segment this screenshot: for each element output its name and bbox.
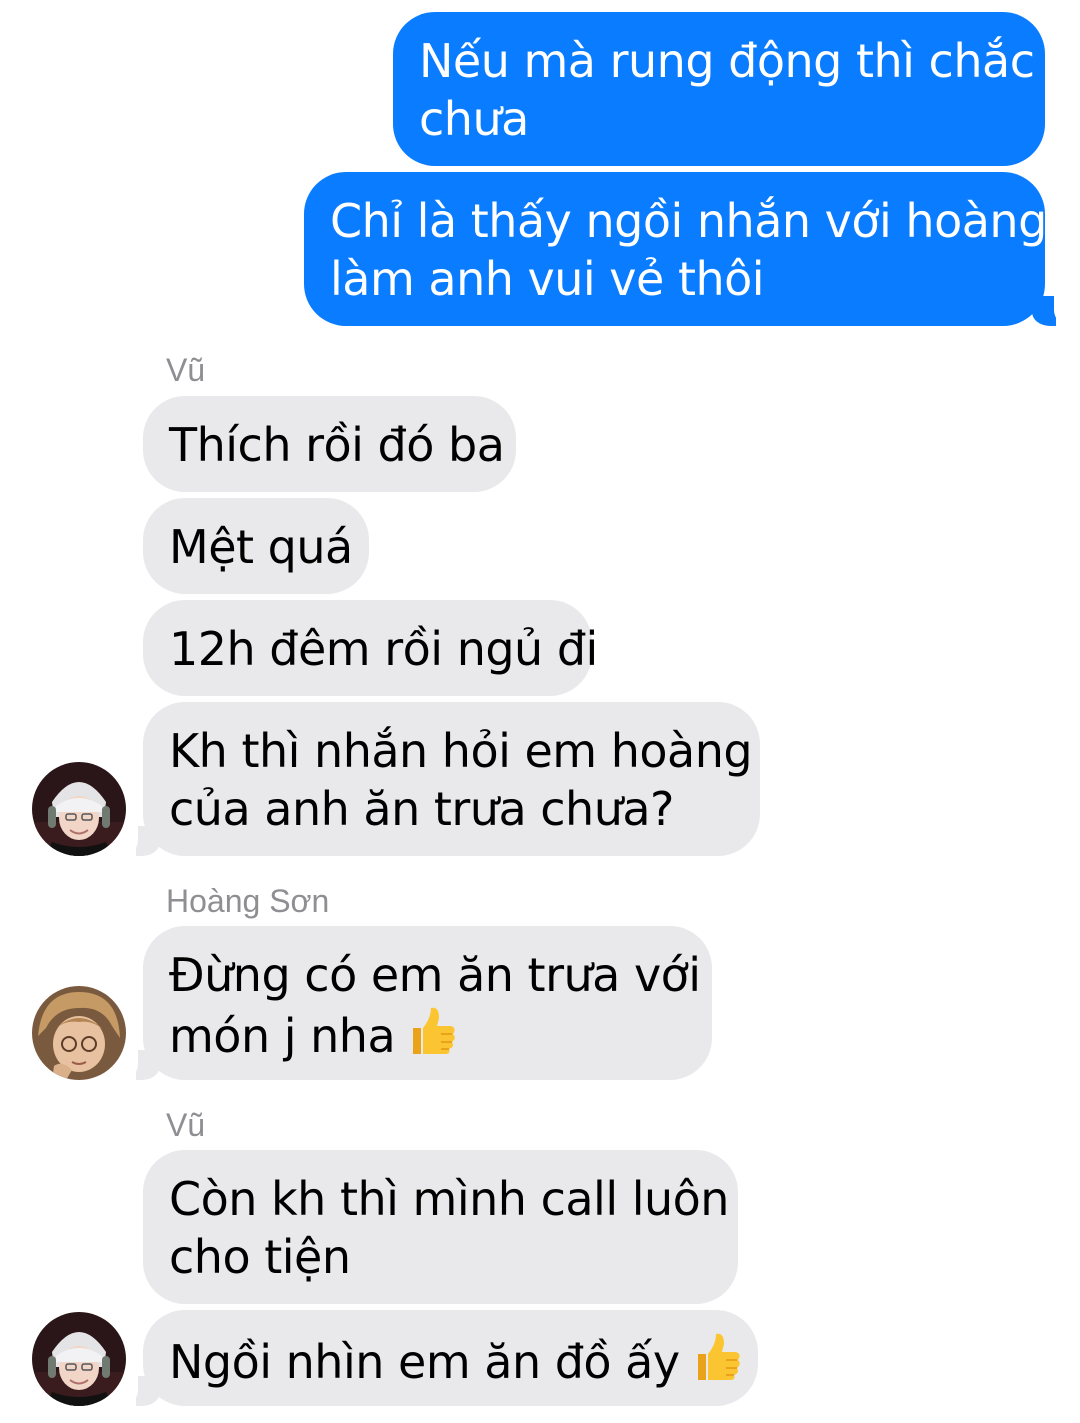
incoming-bubble-tail [114, 826, 160, 858]
message-text-line: Chỉ là thấy ngồi nhắn với hoàng [330, 194, 1047, 248]
incoming-message[interactable]: Còn kh thì mình call luôn cho tiện [143, 1150, 738, 1304]
incoming-message[interactable]: Mệt quá [143, 498, 369, 594]
incoming-message[interactable]: 12h đêm rồi ngủ đi [143, 600, 598, 696]
incoming-bubble-tail [114, 1050, 160, 1082]
avatar-vu-icon [32, 762, 126, 856]
message-text-line: Nếu mà rung động thì chắc [419, 34, 1035, 88]
avatar-hoang-son-icon [32, 986, 126, 1080]
thumbs-up-emoji [688, 1330, 742, 1397]
message-text-line: cho tiện [169, 1230, 351, 1284]
message-text-line-with-emoji: Ngồi nhìn em ăn đồ ấy [169, 1330, 740, 1397]
avatar-hoang-son[interactable] [32, 986, 126, 1080]
outgoing-bubble-tail [1032, 296, 1078, 328]
message-text-line: Kh thì nhắn hỏi em hoàng [169, 724, 753, 778]
message-text: món j nha [169, 1009, 396, 1063]
sender-name: Vũ [166, 1107, 206, 1143]
incoming-message[interactable]: Đừng có em ăn trưa với món j nha [143, 926, 712, 1080]
message-text-line: chưa [419, 92, 529, 146]
message-text-line: của anh ăn trưa chưa? [169, 782, 674, 836]
avatar-vu[interactable] [32, 1312, 126, 1406]
message-text-line: Còn kh thì mình call luôn [169, 1172, 729, 1226]
sender-name: Vũ [166, 352, 206, 388]
message-text: Ngồi nhìn em ăn đồ ấy [169, 1335, 680, 1389]
message-text-line: làm anh vui vẻ thôi [330, 252, 765, 306]
avatar-vu-icon [32, 1312, 126, 1406]
outgoing-message[interactable]: Nếu mà rung động thì chắc chưa [393, 12, 1045, 166]
outgoing-message[interactable]: Chỉ là thấy ngồi nhắn với hoàng làm anh … [304, 172, 1047, 326]
incoming-message[interactable]: Thích rồi đó ba [143, 396, 516, 492]
incoming-message[interactable]: Ngồi nhìn em ăn đồ ấy [143, 1310, 758, 1406]
thumbs-up-emoji [403, 1004, 457, 1071]
avatar-vu[interactable] [32, 762, 126, 856]
incoming-bubble-tail [114, 1376, 160, 1408]
message-text-line-with-emoji: món j nha [169, 1004, 686, 1071]
message-text-line: Thích rồi đó ba [169, 418, 505, 472]
sender-name: Hoàng Sơn [166, 883, 330, 919]
incoming-message[interactable]: Kh thì nhắn hỏi em hoàng của anh ăn trưa… [143, 702, 760, 856]
message-text-line: Đừng có em ăn trưa với [169, 948, 701, 1002]
message-text-line: 12h đêm rồi ngủ đi [169, 622, 598, 676]
message-text-line: Mệt quá [169, 520, 353, 574]
